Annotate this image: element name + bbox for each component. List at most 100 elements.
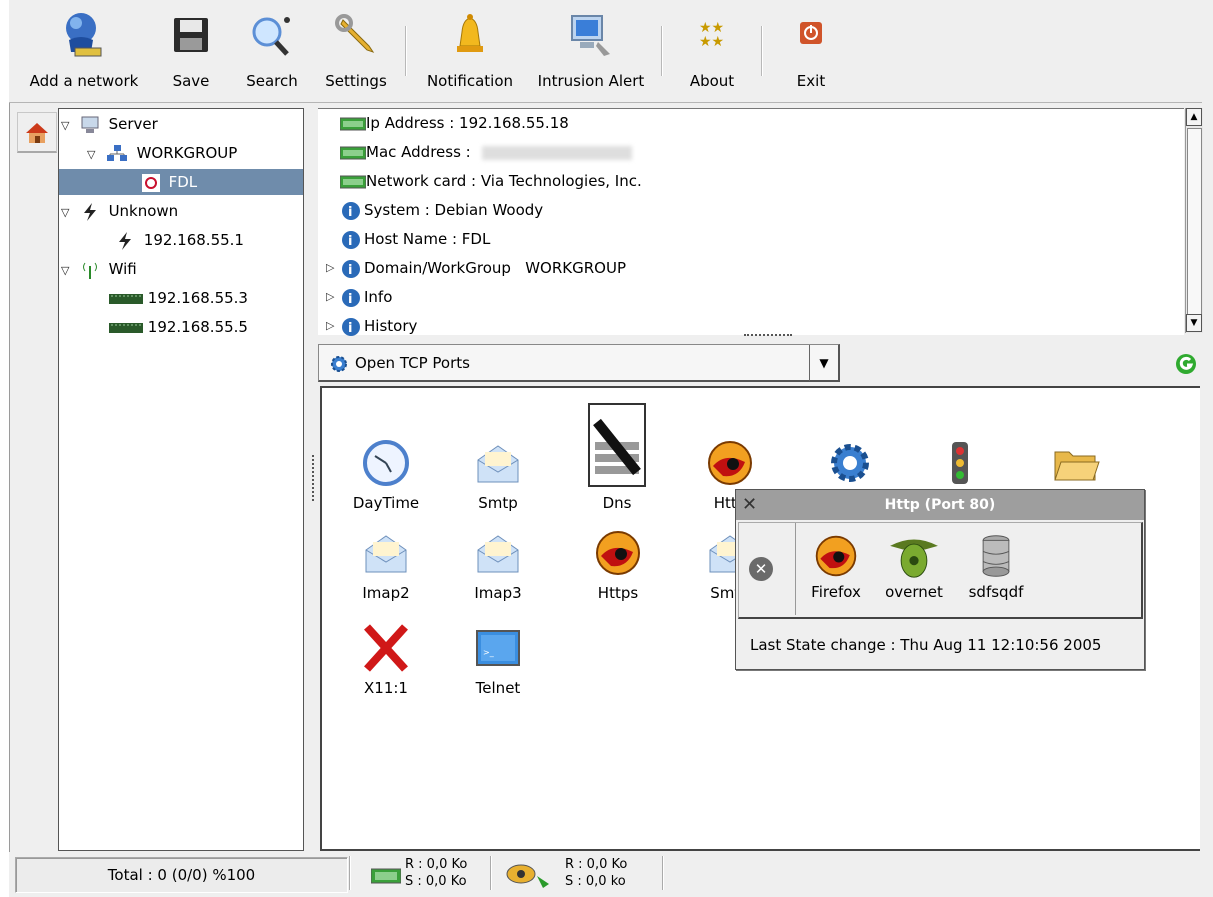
mac-address-row: Mac Address : bbox=[340, 139, 632, 165]
expand-triangle-icon[interactable]: ▽ bbox=[61, 258, 75, 284]
app-label: sdfsqdf bbox=[968, 583, 1024, 601]
network-traffic: R : 0,0 Ko S : 0,0 Ko bbox=[405, 856, 467, 890]
add-network-button[interactable]: Add a network bbox=[23, 12, 145, 96]
scroll-thumb[interactable] bbox=[1187, 128, 1202, 316]
p2p-traffic: R : 0,0 Ko S : 0,0 ko bbox=[565, 856, 627, 890]
expand-triangle-icon[interactable]: ▽ bbox=[61, 200, 75, 226]
computer-icon bbox=[81, 116, 99, 133]
exit-label: Exit bbox=[796, 72, 826, 90]
computer-alert-icon bbox=[571, 15, 610, 56]
close-icon[interactable]: ✕ bbox=[742, 490, 757, 520]
tree-label-workgroup: WORKGROUP bbox=[136, 144, 238, 162]
port-gear[interactable] bbox=[800, 438, 900, 488]
svg-text:>_: >_ bbox=[483, 648, 495, 657]
status-total: Total : 0 (0/0) %100 bbox=[15, 857, 348, 893]
port-smtp[interactable]: Smtp bbox=[448, 438, 548, 512]
remove-icon[interactable]: ✕ bbox=[749, 557, 773, 581]
p2p-sent: S : 0,0 ko bbox=[565, 874, 626, 889]
history-row[interactable]: ▷ i History bbox=[326, 313, 417, 339]
tree-item-unknown[interactable]: ▽ Unknown bbox=[61, 198, 178, 224]
expand-arrow-icon[interactable]: ▷ bbox=[326, 284, 334, 310]
port-label: DayTime bbox=[352, 494, 420, 512]
network-card-icon bbox=[340, 117, 366, 130]
exit-button[interactable]: Exit bbox=[781, 12, 841, 96]
tree-item-fdl[interactable]: FDL bbox=[59, 169, 303, 195]
system-row: i System : Debian Woody bbox=[340, 197, 543, 223]
port-x11[interactable]: X11:1 bbox=[336, 623, 436, 697]
bell-icon bbox=[457, 14, 483, 52]
popup-app-list: ✕ Firefox overnet sdfsqdf bbox=[738, 522, 1143, 619]
port-label: X11:1 bbox=[364, 679, 408, 697]
host-info-pane: Ip Address : 192.168.55.18 Mac Address :… bbox=[318, 108, 1184, 336]
http-port-popup: Http (Port 80) ✕ ✕ Firefox overnet sdfsq… bbox=[735, 489, 1145, 670]
network-sent: S : 0,0 Ko bbox=[405, 874, 467, 889]
mac-address-blurred-value bbox=[481, 145, 632, 160]
clock-icon bbox=[363, 440, 409, 486]
port-folder[interactable] bbox=[1026, 438, 1126, 488]
tree-item-wifi-host-2[interactable]: 192.168.55.5 bbox=[109, 314, 248, 340]
refresh-icon[interactable] bbox=[1174, 352, 1198, 376]
database-icon bbox=[982, 535, 1010, 577]
tree-item-workgroup[interactable]: ▽ WORKGROUP bbox=[87, 140, 237, 166]
port-imap3[interactable]: Imap3 bbox=[448, 528, 548, 602]
port-telnet[interactable]: >_ Telnet bbox=[448, 623, 548, 697]
tree-label-unknown-host: 192.168.55.1 bbox=[143, 231, 244, 249]
search-button[interactable]: Search bbox=[237, 12, 307, 96]
save-button[interactable]: Save bbox=[161, 12, 221, 96]
app-sdfsqdf[interactable]: sdfsqdf bbox=[961, 533, 1031, 601]
app-label: overnet bbox=[885, 583, 943, 601]
scroll-down-icon[interactable]: ▼ bbox=[1186, 314, 1202, 332]
info-icon: i bbox=[342, 317, 360, 336]
port-dns[interactable]: Dns bbox=[567, 402, 667, 512]
expand-triangle-icon[interactable]: ▽ bbox=[87, 142, 101, 168]
info-icon: i bbox=[342, 259, 360, 278]
tree-label-server: Server bbox=[108, 115, 158, 133]
popup-title: Http (Port 80) bbox=[736, 490, 1144, 520]
vertical-splitter-handle[interactable] bbox=[312, 455, 317, 501]
network-tree[interactable]: ▽ Server ▽ WORKGROUP FDL ▽ Unknown 192.1… bbox=[58, 108, 304, 851]
notification-label: Notification bbox=[426, 72, 514, 90]
port-traffic-light[interactable] bbox=[910, 438, 1010, 488]
dropdown-arrow-icon[interactable]: ▼ bbox=[809, 345, 838, 381]
hostname-row: i Host Name : FDL bbox=[340, 226, 490, 252]
hostname-text: Host Name : FDL bbox=[364, 230, 491, 248]
debian-icon bbox=[141, 173, 160, 192]
port-https[interactable]: Https bbox=[568, 528, 668, 602]
tree-item-unknown-host[interactable]: 192.168.55.1 bbox=[115, 227, 244, 253]
magnifier-icon bbox=[252, 17, 290, 56]
info-scrollbar[interactable]: ▲ ▼ bbox=[1185, 108, 1203, 333]
domain-row[interactable]: ▷ i Domain/WorkGroup WORKGROUP bbox=[326, 255, 626, 281]
app-label: Firefox bbox=[811, 583, 861, 601]
expand-triangle-icon[interactable]: ▽ bbox=[61, 113, 75, 139]
lightning-icon bbox=[83, 202, 96, 221]
terminal-icon: >_ bbox=[476, 630, 520, 666]
tree-item-wifi-host-1[interactable]: 192.168.55.3 bbox=[109, 285, 248, 311]
splitter-handle[interactable] bbox=[744, 334, 792, 339]
expand-arrow-icon[interactable]: ▷ bbox=[326, 313, 334, 339]
tree-item-server[interactable]: ▽ Server bbox=[61, 111, 158, 137]
expand-arrow-icon[interactable]: ▷ bbox=[326, 255, 334, 281]
about-label: About bbox=[689, 72, 735, 90]
info-row[interactable]: ▷ i Info bbox=[326, 284, 392, 310]
port-label: Smtp bbox=[478, 494, 518, 512]
about-button[interactable]: ★★ ★★ About bbox=[679, 12, 745, 96]
floppy-disk-icon bbox=[174, 18, 208, 52]
app-firefox[interactable]: Firefox bbox=[801, 533, 871, 601]
scroll-up-icon[interactable]: ▲ bbox=[1186, 108, 1202, 126]
settings-button[interactable]: Settings bbox=[317, 12, 395, 96]
red-x-icon bbox=[364, 624, 408, 672]
info-icon: i bbox=[342, 230, 360, 249]
stars-icon: ★★★★ bbox=[699, 20, 724, 50]
folder-icon bbox=[1054, 451, 1100, 481]
notification-button[interactable]: Notification bbox=[417, 12, 523, 96]
app-overnet[interactable]: overnet bbox=[879, 533, 949, 601]
home-tab[interactable] bbox=[17, 112, 57, 153]
port-imap2[interactable]: Imap2 bbox=[336, 528, 436, 602]
port-type-select[interactable]: Open TCP Ports ▼ bbox=[318, 344, 840, 382]
network-card-icon bbox=[109, 293, 143, 304]
port-label: Https bbox=[597, 584, 639, 602]
intrusion-alert-button[interactable]: Intrusion Alert bbox=[529, 12, 653, 96]
status-bar: Total : 0 (0/0) %100 R : 0,0 Ko S : 0,0 … bbox=[9, 852, 1213, 897]
tree-item-wifi[interactable]: ▽ Wifi bbox=[61, 256, 137, 282]
port-daytime[interactable]: DayTime bbox=[336, 438, 436, 512]
